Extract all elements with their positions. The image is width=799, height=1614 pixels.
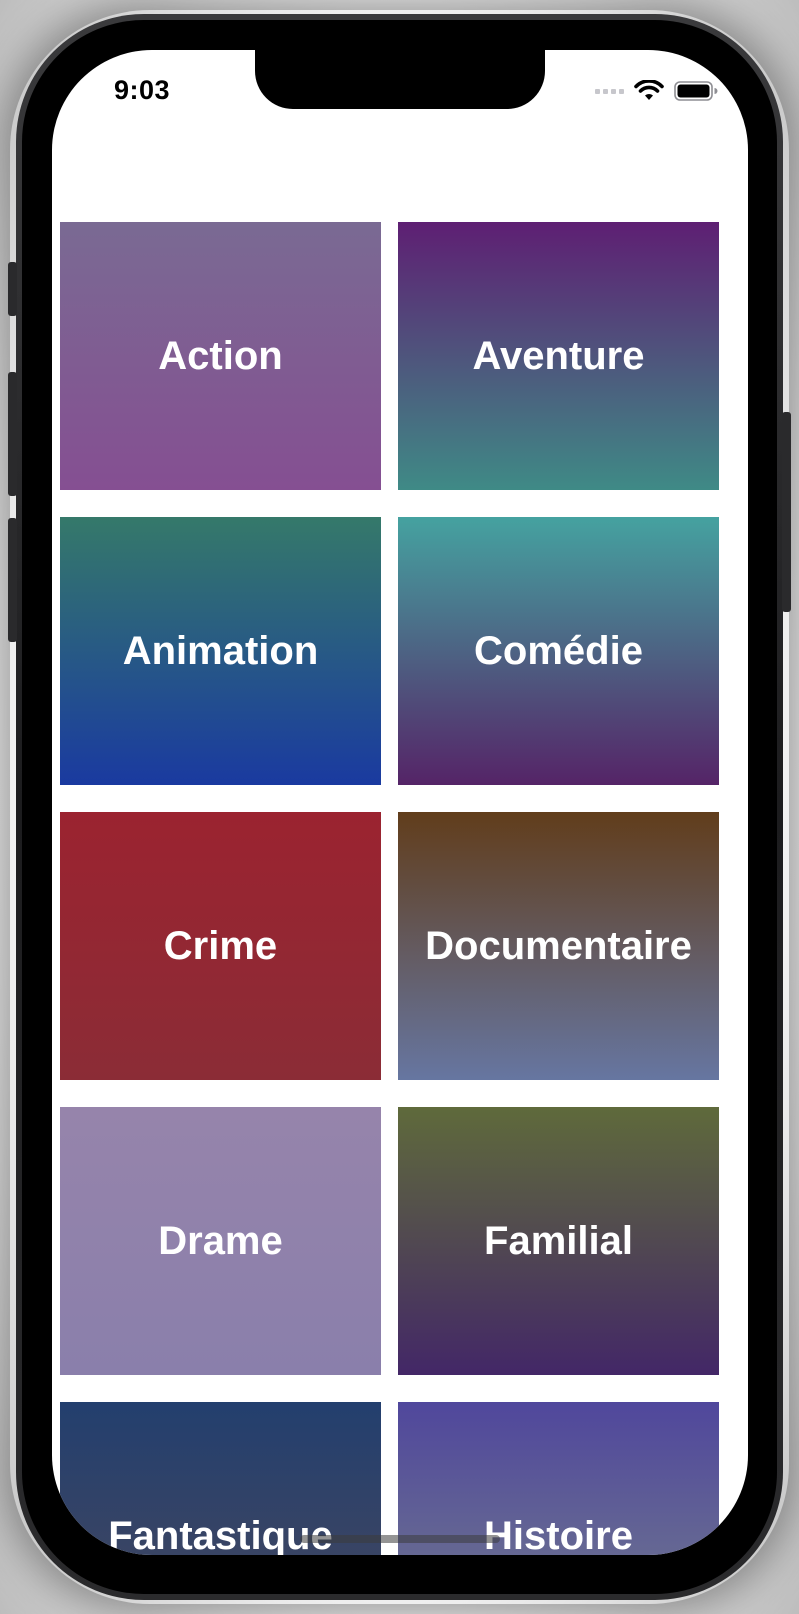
genre-tile-histoire[interactable]: Histoire: [398, 1402, 719, 1555]
genre-label: Fantastique: [108, 1513, 333, 1556]
genre-label: Familial: [484, 1218, 633, 1263]
genre-tile-animation[interactable]: Animation: [60, 517, 381, 785]
genre-label: Animation: [122, 628, 319, 673]
genre-label: Comédie: [474, 628, 643, 673]
genre-tile-action[interactable]: Action: [60, 222, 381, 490]
genre-tile-comedie[interactable]: Comédie: [398, 517, 719, 785]
genre-tile-aventure[interactable]: Aventure: [398, 222, 719, 490]
genre-tile-fantastique[interactable]: Fantastique: [60, 1402, 381, 1555]
genre-label: Crime: [163, 923, 278, 968]
battery-icon: [674, 81, 718, 101]
status-indicators: [595, 80, 718, 102]
volume-down-button: [8, 518, 17, 642]
genre-label: Action: [158, 333, 283, 378]
status-time: 9:03: [114, 75, 171, 105]
cellular-signal-icon: [595, 88, 624, 94]
genre-tile-documentaire[interactable]: Documentaire: [398, 812, 719, 1080]
genre-label: Documentaire: [425, 923, 692, 968]
power-button: [782, 412, 791, 612]
phone-screen: 9:03 Action Aventure Animation Comédie Crime…: [52, 50, 748, 1555]
wifi-icon: [634, 80, 664, 100]
genre-tile-drame[interactable]: Drame: [60, 1107, 381, 1375]
volume-up-button: [8, 372, 17, 496]
genre-label: Aventure: [472, 333, 645, 378]
home-indicator[interactable]: [300, 1535, 500, 1543]
genre-label: Histoire: [484, 1513, 633, 1556]
notch: [255, 50, 545, 109]
genre-tile-crime[interactable]: Crime: [60, 812, 381, 1080]
silent-switch: [8, 262, 17, 316]
genre-label: Drame: [158, 1218, 283, 1263]
genre-tile-familial[interactable]: Familial: [398, 1107, 719, 1375]
